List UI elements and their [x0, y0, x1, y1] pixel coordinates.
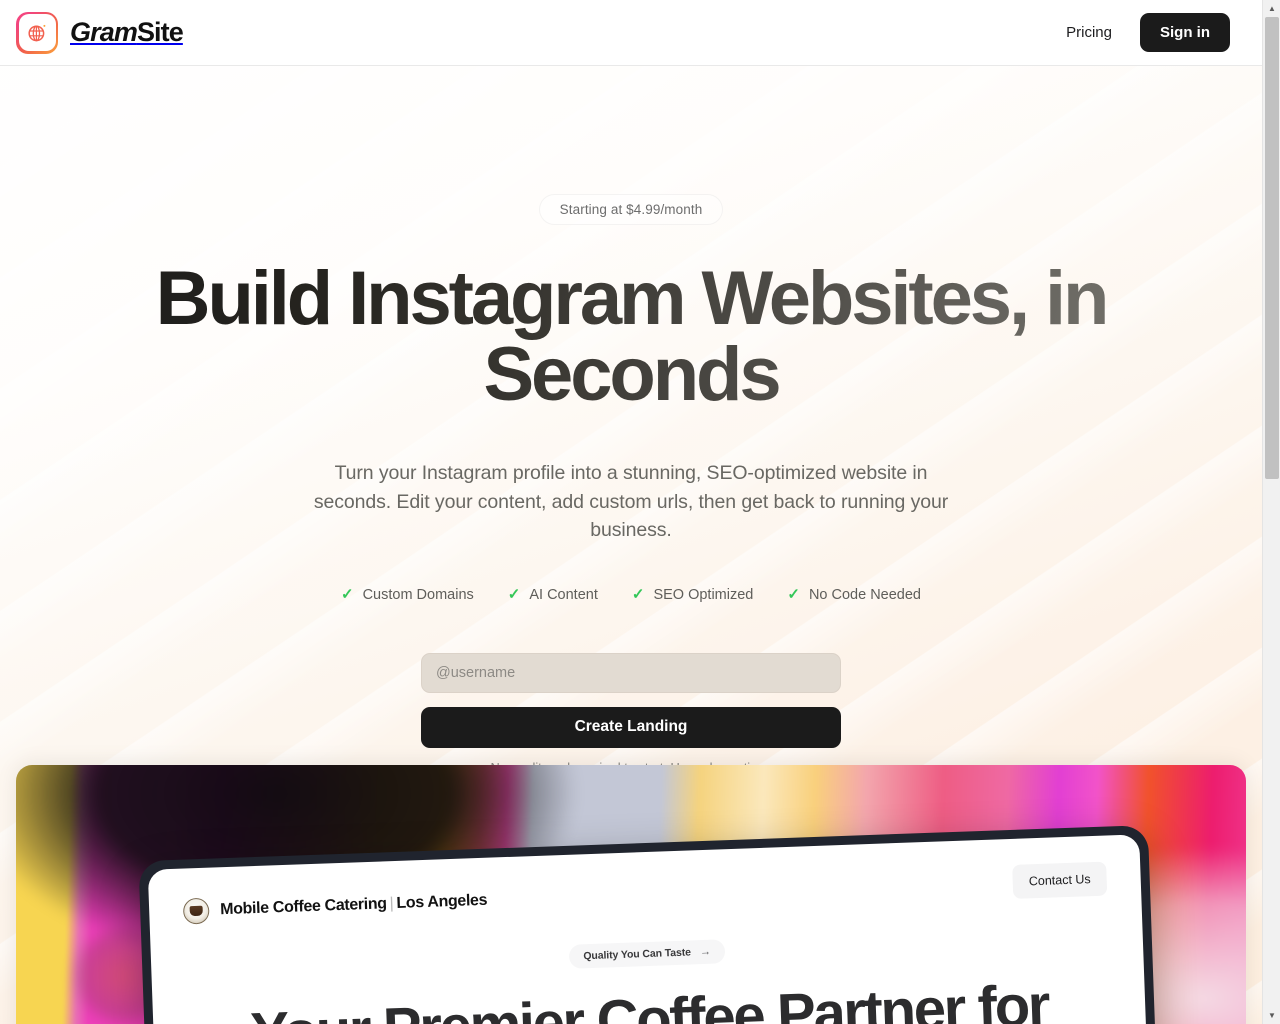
brand-name-suffix: Site: [136, 17, 184, 47]
check-icon: ✓: [340, 586, 354, 604]
check-icon: ✓: [787, 586, 800, 604]
nav-link-pricing[interactable]: Pricing: [1056, 16, 1122, 49]
mock-site-headline: Your Premier Coffee Partner for: [249, 972, 1050, 1024]
feature-item: ✓ SEO Optimized: [632, 587, 754, 603]
username-input[interactable]: [421, 652, 841, 693]
mock-site-brand: Mobile Coffee Catering | Los Angeles: [220, 892, 488, 920]
device-screen: Mobile Coffee Catering | Los Angeles Conta…: [147, 834, 1151, 1024]
device-mockup: Mobile Coffee Catering | Los Angeles Conta…: [138, 825, 1160, 1024]
feature-label: SEO Optimized: [653, 586, 754, 603]
feature-list: ✓ Custom Domains ✓ AI Content ✓ SEO Opti…: [0, 587, 1262, 603]
page-scrollbar[interactable]: ▲ ▼: [1262, 0, 1280, 1024]
brand-name: GramSite: [70, 17, 184, 48]
feature-item: ✓ Custom Domains: [341, 587, 474, 603]
feature-label: Custom Domains: [362, 586, 474, 603]
mock-nav-spacer: [487, 882, 1013, 901]
check-icon: ✓: [507, 586, 521, 604]
mock-tagline-pill[interactable]: Quality You Can Taste →: [568, 939, 726, 969]
signup-form: Create Landing No credit card required t…: [421, 652, 841, 775]
brand-name-prefix: Gram: [70, 17, 138, 47]
scrollbar-thumb[interactable]: [1265, 17, 1279, 479]
create-landing-button[interactable]: Create Landing: [421, 706, 841, 748]
scroll-up-arrow-icon[interactable]: ▲: [1263, 0, 1280, 17]
sign-in-button[interactable]: Sign in: [1140, 13, 1230, 52]
price-badge: Starting at $4.99/month: [538, 194, 724, 225]
mock-pill-label: Quality You Can Taste: [583, 946, 692, 963]
mock-brand-name: Mobile Coffee Catering: [219, 895, 387, 919]
feature-label: AI Content: [529, 586, 598, 603]
globe-gradient-icon: [16, 11, 58, 54]
contact-us-button[interactable]: Contact Us: [1012, 861, 1108, 899]
hero-subheadline: Turn your Instagram profile into a stunn…: [313, 462, 949, 542]
mock-brand-location: Los Angeles: [396, 891, 488, 912]
site-header: GramSite Pricing Sign in: [0, 0, 1262, 66]
feature-item: ✓ No Code Needed: [787, 587, 921, 603]
scroll-down-arrow-icon[interactable]: ▼: [1263, 1007, 1280, 1024]
check-icon: ✓: [631, 586, 645, 604]
arrow-right-icon: →: [699, 945, 711, 959]
feature-label: No Code Needed: [808, 586, 921, 603]
hero-section: Starting at $4.99/month Build Instagram …: [0, 66, 1262, 775]
hero-showcase-image: Mobile Coffee Catering | Los Angeles Conta…: [16, 765, 1246, 1024]
page-viewport: GramSite Pricing Sign in Starting at $4.…: [0, 0, 1262, 1024]
page-title: Build Instagram Websites, in Seconds: [0, 261, 1262, 413]
brand-logo-link[interactable]: GramSite: [16, 11, 184, 54]
coffee-seal-logo-icon: [182, 897, 210, 925]
feature-item: ✓ AI Content: [508, 587, 598, 603]
